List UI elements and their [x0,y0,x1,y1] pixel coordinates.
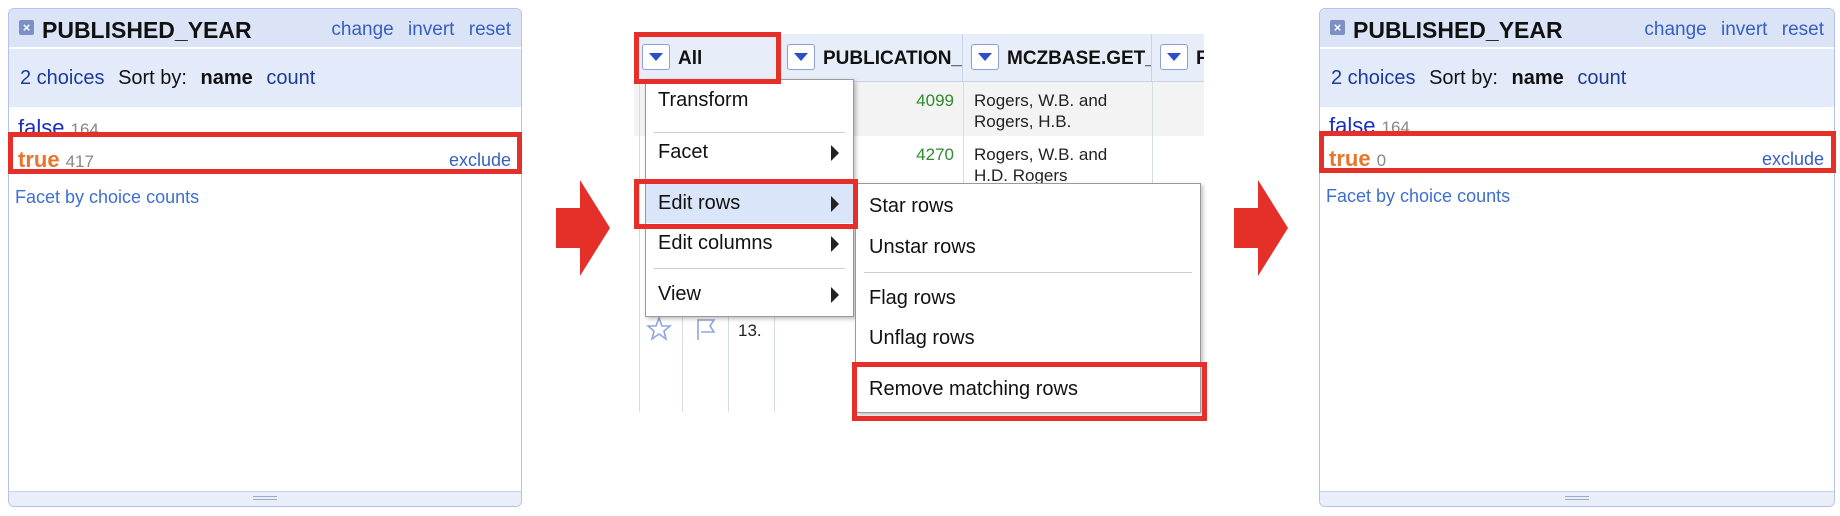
submenu-arrow-icon [831,236,839,252]
column-header-publication[interactable]: PUBLICATION_I [779,34,963,82]
column-header-next[interactable]: F [1152,34,1204,82]
choices-count[interactable]: 2 choices [20,67,105,89]
column-header-label: MCZBASE.GET_ [1007,48,1152,69]
highlight-box-edit-rows [634,179,858,229]
column-divider [682,304,683,412]
choices-count[interactable]: 2 choices [1331,67,1416,89]
facet-title: PUBLISHED_YEAR [42,17,252,43]
column-header-mczbase[interactable]: MCZBASE.GET_ [963,34,1152,82]
menu-item-label: Unflag rows [869,327,975,349]
author-cell: Rogers, W.B. and Rogers, H.B. [974,91,1108,131]
column-divider [728,304,729,412]
sort-by-label: Sort by: [118,67,187,89]
menu-item-star-rows[interactable]: Star rows [856,186,1200,226]
highlight-box-remove-matching-rows [852,362,1207,421]
menu-item-view[interactable]: View [646,274,853,314]
menu-item-label: Star rows [869,195,954,217]
menu-item-label: Edit columns [658,232,773,254]
resize-handle[interactable] [9,491,521,506]
highlight-box-true-after [1319,131,1836,173]
facet-header-links: change invert reset [1635,19,1824,41]
dropdown-arrow-icon[interactable] [971,43,999,70]
dropdown-arrow-icon[interactable] [787,43,815,70]
menu-item-label: Transform [658,89,749,111]
invert-link[interactable]: invert [1721,19,1767,40]
column-divider [774,304,775,412]
facet-by-choice-counts-link[interactable]: Facet by choice counts [1326,186,1510,207]
menu-item-transform[interactable]: Transform [646,80,853,120]
highlight-box-true-before [8,132,522,174]
grip-icon [1565,496,1589,500]
menu-item-label: View [658,283,701,305]
menu-separator [654,268,845,269]
grip-icon [253,496,277,500]
dropdown-arrow-icon[interactable] [1160,43,1188,70]
facet-header: × PUBLISHED_YEAR change invert reset [1320,9,1834,47]
sort-by-name[interactable]: name [1512,67,1564,89]
facet-sort-bar: 2 choices Sort by: name count [9,49,521,107]
menu-item-flag-rows[interactable]: Flag rows [856,278,1200,318]
sort-by-name[interactable]: name [201,67,253,89]
close-icon[interactable]: × [1330,20,1345,35]
facet-panel-before: × PUBLISHED_YEAR change invert reset 2 c… [8,8,522,507]
submenu-arrow-icon [831,287,839,303]
facet-header-links: change invert reset [322,19,511,41]
column-divider [639,82,640,412]
change-link[interactable]: change [331,19,393,40]
menu-item-label: Facet [658,141,709,163]
menu-item-facet[interactable]: Facet [646,132,853,172]
menu-item-unflag-rows[interactable]: Unflag rows [856,318,1200,358]
menu-separator [864,272,1192,273]
change-link[interactable]: change [1644,19,1706,40]
sort-by-count[interactable]: count [1577,67,1626,89]
facet-sort-bar: 2 choices Sort by: name count [1320,49,1834,107]
facet-panel-after: × PUBLISHED_YEAR change invert reset 2 c… [1319,8,1835,507]
sort-by-label: Sort by: [1429,67,1498,89]
highlight-box-all-column [634,32,781,84]
resize-handle[interactable] [1320,491,1834,506]
arrow-right-icon [556,180,610,276]
row-index: 13. [738,321,762,340]
menu-item-label: Unstar rows [869,236,976,258]
facet-by-choice-counts-link[interactable]: Facet by choice counts [15,187,199,208]
facet-title: PUBLISHED_YEAR [1353,17,1563,43]
author-cell: Rogers, W.B. and H.D. Rogers [974,145,1108,185]
invert-link[interactable]: invert [408,19,454,40]
sort-by-count[interactable]: count [266,67,315,89]
arrow-right-icon [1234,180,1288,276]
star-icon[interactable] [646,316,672,342]
facet-header: × PUBLISHED_YEAR change invert reset [9,9,521,47]
flag-icon[interactable] [692,316,720,342]
menu-item-label: Flag rows [869,287,956,309]
reset-link[interactable]: reset [469,19,511,40]
column-header-label: F [1196,48,1204,69]
menu-item-unstar-rows[interactable]: Unstar rows [856,227,1200,267]
close-icon[interactable]: × [19,20,34,35]
column-header-label: PUBLICATION_I [823,48,963,69]
reset-link[interactable]: reset [1782,19,1824,40]
submenu-arrow-icon [831,145,839,161]
menu-item-edit-columns[interactable]: Edit columns [646,223,853,263]
